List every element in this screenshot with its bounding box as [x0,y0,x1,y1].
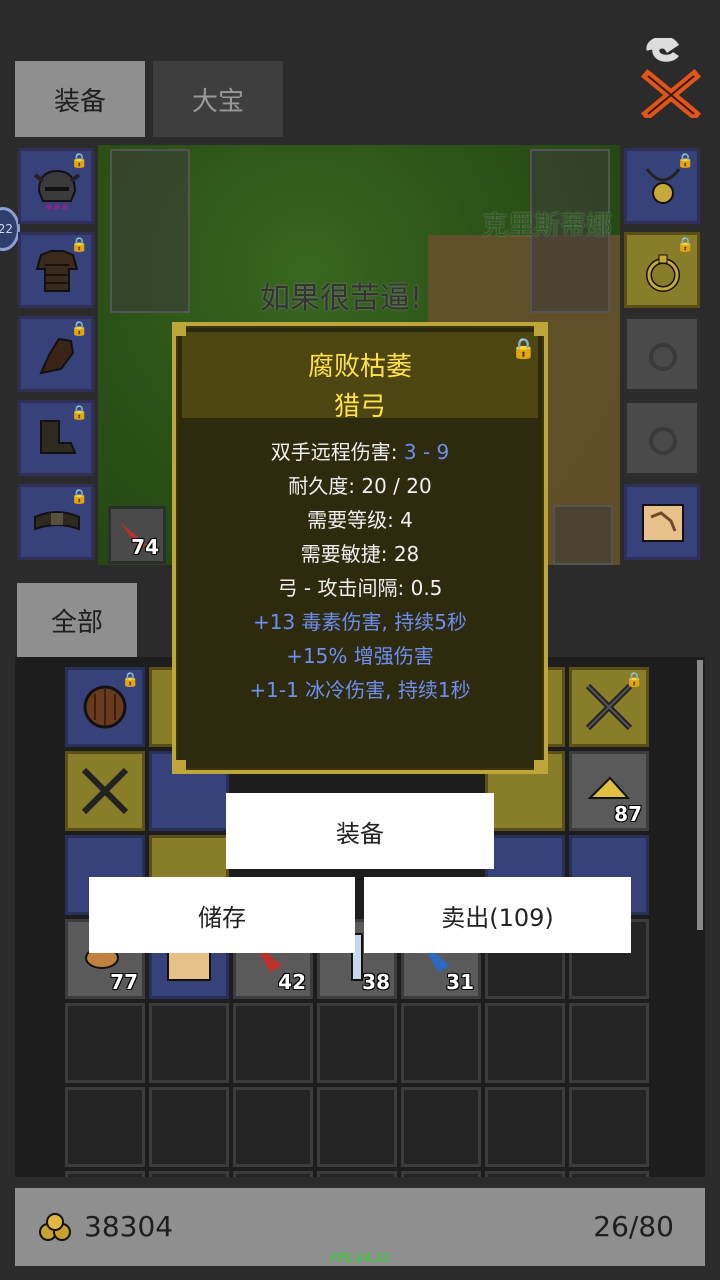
round-shield-icon [83,685,127,729]
inventory-slot[interactable]: 🔒 [569,667,649,747]
stat-required-level: 需要等级: 4 [307,508,413,532]
scene-overlay-text: 如果很苦逼! [260,281,423,316]
level-badge: 22 [0,207,20,251]
scroll-map-icon [642,504,684,542]
ring-slot-3[interactable] [624,400,700,476]
inventory-slot[interactable] [569,1171,649,1177]
npc-name: 克里斯蒂娜 [482,211,613,241]
inventory-slot[interactable] [485,1087,565,1167]
corner-ornament [172,760,186,774]
stat-attack-interval: 弓 - 攻击间隔: 0.5 [277,576,443,600]
inventory-slot[interactable] [149,1087,229,1167]
close-x-icon[interactable] [638,38,704,118]
inventory-slot[interactable] [317,1003,397,1083]
lock-icon: 🔒 [70,153,88,169]
inventory-slot[interactable] [65,1171,145,1177]
inventory-slot[interactable] [569,1087,649,1167]
inventory-capacity: 26/80 [593,1210,674,1243]
store-button[interactable]: 储存 [89,877,355,953]
inventory-slot[interactable] [149,1003,229,1083]
item-type: 猎弓 [333,392,386,422]
corner-ornament [172,322,186,336]
lock-icon: 🔒 [625,672,643,688]
inventory-slot[interactable] [317,1087,397,1167]
lock-icon: 🔒 [70,489,88,505]
crossed-bows-icon [81,767,129,815]
lock-icon: 🔒 [676,237,694,253]
inventory-slot[interactable] [485,1003,565,1083]
helmet-slot[interactable]: 🔒 [18,148,94,224]
tab-treasure[interactable]: 大宝 [153,61,283,137]
corner-ornament [534,322,548,336]
item-tooltip: 腐败枯萎 猎弓 🔒 双手远程伤害: 3 - 9 耐久度: 20 / 20 需要等… [172,322,548,774]
scene-small-slot[interactable] [553,505,613,565]
fps-counter: FPS:24.23 [329,1251,391,1265]
inventory-slot[interactable] [485,1171,565,1177]
affix-cold: +1-1 冰冷伤害, 持续1秒 [249,678,471,702]
sell-button[interactable]: 卖出(109) [364,877,631,953]
ring-slot-1[interactable]: 🔒 [624,232,700,308]
affix-poison: +13 毒素伤害, 持续5秒 [252,610,467,634]
inventory-slot[interactable] [65,1003,145,1083]
lock-icon[interactable]: 🔒 [511,336,536,360]
gloves-slot[interactable]: 🔒 [18,316,94,392]
amulet-slot[interactable]: 🔒 [624,148,700,224]
item-count: 31 [446,970,474,994]
ring-empty-icon [649,427,677,455]
ring-empty-icon [649,343,677,371]
weapon-slot-left[interactable] [110,149,190,313]
crossed-bows-icon [585,683,633,731]
equip-button[interactable]: 装备 [226,793,494,869]
gold-amount: 38304 [84,1210,174,1243]
belt-slot[interactable]: 🔒 [18,484,94,560]
item-count: 38 [362,970,390,994]
inventory-scrollbar[interactable] [697,660,703,930]
lock-icon: 🔒 [70,237,88,253]
inventory-slot[interactable] [65,751,145,831]
inventory-slot[interactable]: 87 [569,751,649,831]
inventory-slot[interactable] [233,1087,313,1167]
filter-all-tab[interactable]: 全部 [17,583,137,657]
inventory-slot[interactable] [401,1171,481,1177]
potion-slot[interactable]: 74 [108,506,166,564]
boots-slot[interactable]: 🔒 [18,400,94,476]
tab-equipment[interactable]: 装备 [15,61,145,137]
lock-icon: 🔒 [121,672,139,688]
item-count: 87 [614,802,642,826]
stat-required-dex: 需要敏捷: 28 [300,542,420,566]
ring-slot-2[interactable] [624,316,700,392]
stat-durability: 耐久度: 20 / 20 [288,474,432,498]
affix-enhanced-damage: +15% 增强伤害 [286,644,434,668]
inventory-slot[interactable] [65,1087,145,1167]
inventory-slot[interactable] [401,1087,481,1167]
item-count: 77 [110,970,138,994]
armor-slot[interactable]: 🔒 [18,232,94,308]
inventory-slot[interactable]: 🔒 [65,667,145,747]
gold-coins-icon [39,1213,71,1241]
inventory-slot[interactable] [401,1003,481,1083]
map-slot[interactable] [624,484,700,560]
lock-icon: 🔒 [676,153,694,169]
item-name: 腐败枯萎 [307,352,412,382]
stat-damage: 双手远程伤害: 3 - 9 [270,440,450,464]
lock-icon: 🔒 [70,321,88,337]
inventory-slot[interactable] [149,1171,229,1177]
item-count: 42 [278,970,306,994]
corner-ornament [534,760,548,774]
inventory-slot[interactable] [233,1003,313,1083]
lock-icon: 🔒 [70,405,88,421]
inventory-slot[interactable] [233,1171,313,1177]
potion-count: 74 [131,535,159,559]
inventory-slot[interactable] [569,1003,649,1083]
inventory-slot[interactable] [317,1171,397,1177]
